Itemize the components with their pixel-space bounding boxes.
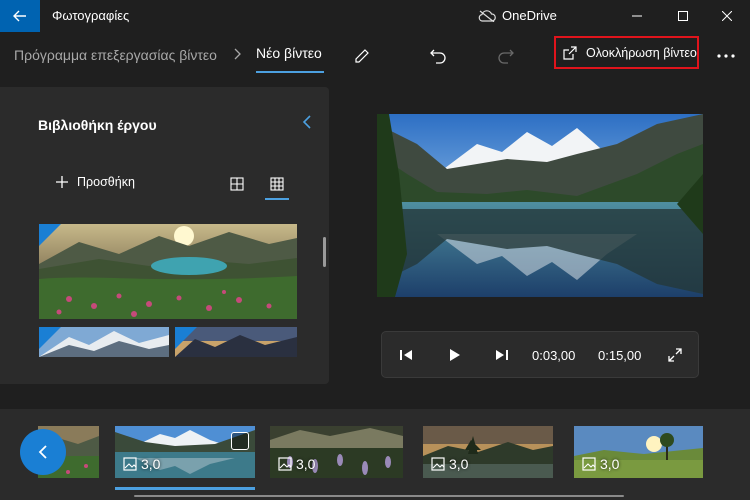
- playback-controls: 0:03,00 0:15,00: [381, 331, 699, 378]
- app-title: Φωτογραφίες: [52, 8, 130, 23]
- onedrive-status[interactable]: OneDrive: [478, 8, 557, 23]
- image-icon: [278, 457, 292, 471]
- minimize-icon: [632, 15, 642, 17]
- library-media-item[interactable]: [39, 327, 169, 357]
- share-export-icon: [563, 45, 577, 60]
- used-in-project-marker: [39, 224, 61, 246]
- chevron-right-icon: [234, 48, 241, 60]
- current-time: 0:03,00: [532, 348, 576, 363]
- breadcrumb-active-indicator: [256, 71, 324, 73]
- storyboard-clip[interactable]: 3,0: [115, 426, 255, 478]
- breadcrumb-new-video[interactable]: Νέο βίντεο: [256, 45, 322, 61]
- chevron-left-icon: [38, 445, 47, 459]
- project-library-title: Βιβλιοθήκη έργου: [38, 117, 157, 133]
- finish-video-label: Ολοκλήρωση βίντεο: [586, 45, 697, 60]
- storyboard: 3,0 3,0 3,0 3,0: [0, 409, 750, 500]
- used-in-project-marker: [175, 327, 197, 349]
- rename-button[interactable]: [348, 42, 376, 70]
- back-button[interactable]: [0, 0, 40, 32]
- fullscreen-button[interactable]: [665, 345, 685, 365]
- maximize-icon: [678, 11, 688, 21]
- onedrive-label: OneDrive: [502, 8, 557, 23]
- skip-back-icon: [400, 350, 412, 360]
- close-button[interactable]: [704, 0, 750, 32]
- storyboard-clip[interactable]: 3,0: [574, 426, 703, 478]
- title-bar: Φωτογραφίες OneDrive: [0, 0, 750, 32]
- clip-duration: 3,0: [141, 456, 161, 472]
- next-frame-button[interactable]: [492, 345, 512, 365]
- undo-icon: [430, 49, 446, 64]
- play-button[interactable]: [444, 345, 464, 365]
- library-scrollbar[interactable]: [323, 237, 326, 267]
- undo-button[interactable]: [424, 42, 452, 70]
- chevron-left-icon[interactable]: [302, 115, 312, 129]
- project-library-panel: Βιβλιοθήκη έργου Προσθήκη: [0, 87, 329, 384]
- clip-duration-label: 3,0: [123, 456, 160, 472]
- large-grid-view-button[interactable]: [225, 173, 249, 195]
- image-icon: [582, 457, 596, 471]
- mountain-lake-reflection-frame: [377, 114, 703, 297]
- grid-large-icon: [230, 177, 244, 191]
- clip-duration: 3,0: [296, 456, 316, 472]
- small-grid-view-button[interactable]: [265, 173, 289, 195]
- total-time: 0:15,00: [598, 348, 642, 363]
- clip-duration: 3,0: [600, 456, 620, 472]
- cloud-off-icon: [478, 9, 496, 22]
- more-options-button[interactable]: [712, 42, 740, 70]
- arrow-left-icon: [13, 10, 26, 22]
- image-icon: [123, 457, 137, 471]
- storyboard-scroll-left-button[interactable]: [20, 429, 66, 475]
- image-icon: [431, 457, 445, 471]
- library-media-item[interactable]: [175, 327, 297, 357]
- video-preview[interactable]: [377, 114, 703, 297]
- view-active-indicator: [265, 198, 289, 200]
- close-icon: [722, 11, 732, 21]
- expand-icon: [668, 348, 682, 362]
- clip-select-checkbox[interactable]: [231, 432, 249, 450]
- clip-duration-label: 3,0: [582, 456, 619, 472]
- more-icon: [717, 54, 735, 58]
- used-in-project-marker: [39, 327, 61, 349]
- editor-toolbar: Πρόγραμμα επεξεργασίας βίντεο Νέο βίντεο…: [0, 32, 750, 80]
- previous-frame-button[interactable]: [396, 345, 416, 365]
- maximize-button[interactable]: [660, 0, 706, 32]
- breadcrumb-video-editor[interactable]: Πρόγραμμα επεξεργασίας βίντεο: [14, 47, 217, 63]
- selected-clip-indicator: [115, 487, 255, 490]
- redo-icon: [498, 49, 514, 64]
- minimize-button[interactable]: [614, 0, 660, 32]
- clip-duration-label: 3,0: [278, 456, 315, 472]
- add-media-label: Προσθήκη: [77, 175, 135, 189]
- grid-small-icon: [270, 177, 284, 191]
- redo-button[interactable]: [492, 42, 520, 70]
- mountain-lake-sunset-thumbnail: [39, 224, 297, 319]
- library-media-item[interactable]: [39, 224, 297, 319]
- pencil-icon: [355, 49, 369, 63]
- storyboard-clip[interactable]: 3,0: [270, 426, 403, 478]
- play-icon: [450, 349, 460, 361]
- storyboard-clip[interactable]: 3,0: [423, 426, 553, 478]
- plus-icon: [56, 176, 68, 188]
- skip-forward-icon: [496, 350, 508, 360]
- finish-video-button[interactable]: Ολοκλήρωση βίντεο: [554, 36, 699, 69]
- clip-duration: 3,0: [449, 456, 469, 472]
- storyboard-scrollbar[interactable]: [134, 495, 624, 497]
- add-media-button[interactable]: Προσθήκη: [55, 175, 135, 189]
- clip-duration-label: 3,0: [431, 456, 468, 472]
